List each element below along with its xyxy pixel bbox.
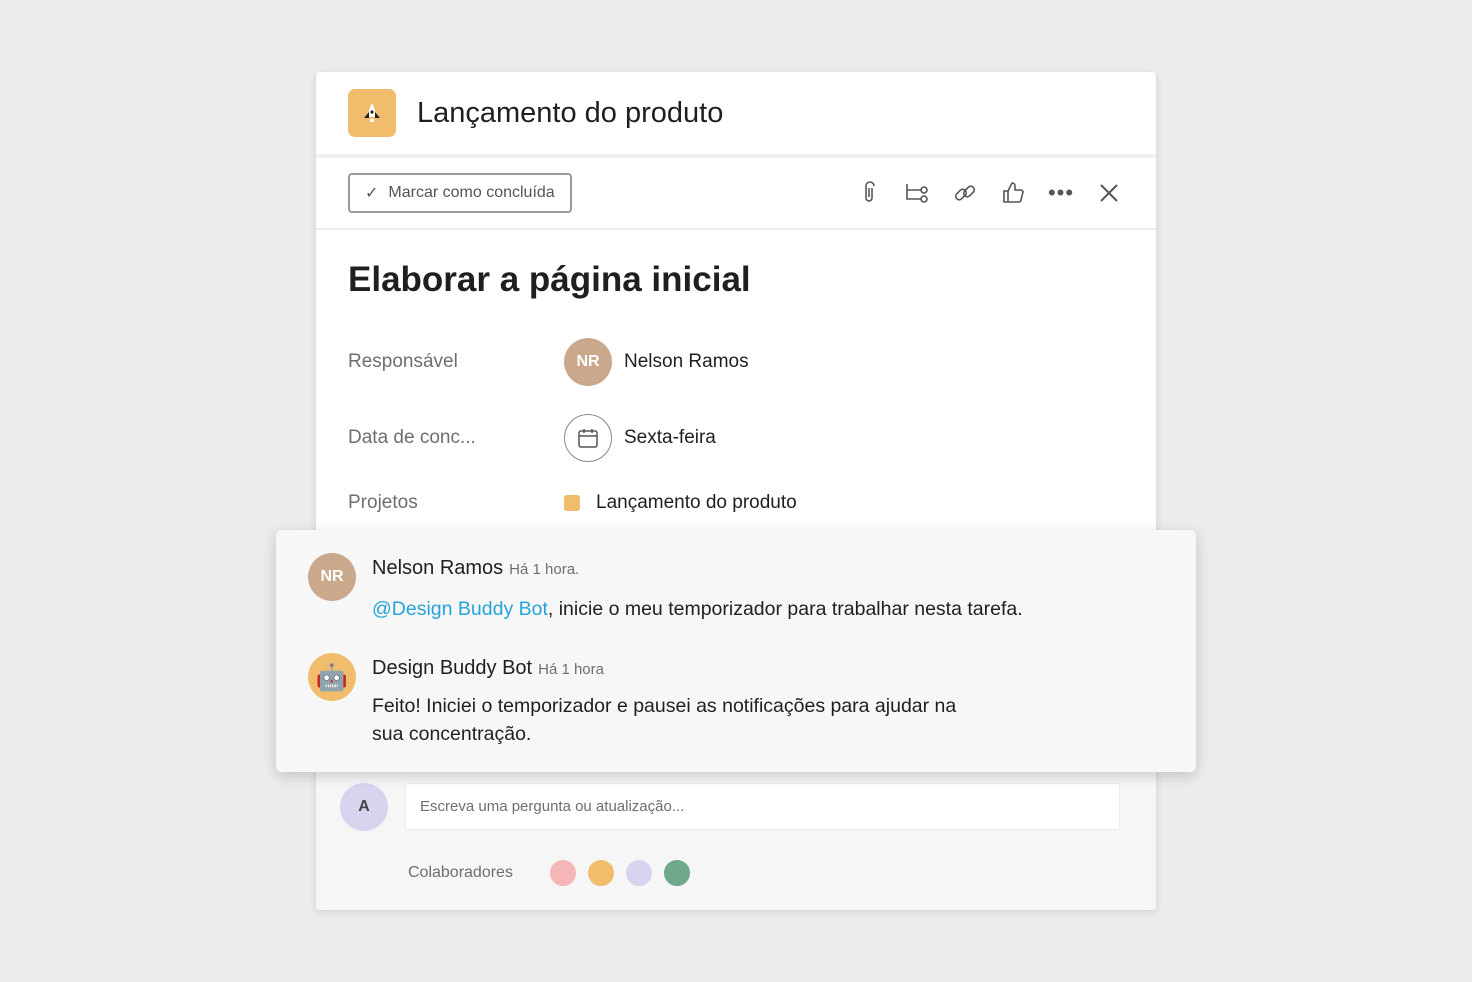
- comment-input[interactable]: Escreva uma pergunta ou atualização...: [405, 783, 1120, 830]
- more-icon[interactable]: •••: [1046, 178, 1076, 208]
- current-user-avatar: A: [340, 783, 388, 831]
- subtask-icon[interactable]: [902, 178, 932, 208]
- comment-time: Há 1 hora.: [509, 561, 580, 578]
- collaborator-avatar[interactable]: [624, 858, 654, 888]
- rocket-icon: [348, 89, 396, 137]
- comment-text: , inicie o meu temporizador para trabalh…: [547, 598, 1023, 620]
- calendar-icon[interactable]: [564, 414, 612, 462]
- task-toolbar: ✓ Marcar como concluída •••: [316, 158, 1156, 230]
- assignee-field: Responsável NR Nelson Ramos: [348, 338, 749, 386]
- assignee-value[interactable]: Nelson Ramos: [624, 351, 749, 373]
- task-title[interactable]: Elaborar a página inicial: [348, 260, 1156, 300]
- comment: NR Nelson Ramos Há 1 hora. @Design Buddy …: [308, 553, 1023, 623]
- comment-author[interactable]: Design Buddy Bot: [372, 657, 532, 679]
- avatar: NR: [564, 338, 612, 386]
- mark-complete-button[interactable]: ✓ Marcar como concluída: [348, 173, 572, 213]
- thumbs-up-icon[interactable]: [998, 178, 1028, 208]
- due-date-label: Data de conc...: [348, 427, 476, 448]
- assignee-label: Responsável: [348, 351, 458, 372]
- projects-label: Projetos: [348, 492, 418, 513]
- due-date-value[interactable]: Sexta-feira: [624, 427, 716, 449]
- project-title[interactable]: Lançamento do produto: [417, 97, 723, 130]
- link-icon[interactable]: [950, 178, 980, 208]
- collaborators-label: Colaboradores: [408, 864, 513, 881]
- comment-author[interactable]: Nelson Ramos: [372, 557, 503, 579]
- comment-text-continued: sua concentração.: [372, 723, 532, 745]
- comment-text: Feito! Iniciei o temporizador e pausei a…: [372, 695, 957, 717]
- check-icon: ✓: [365, 185, 379, 202]
- projects-field: Projetos Lançamento do produto: [348, 492, 797, 514]
- avatar: NR: [308, 553, 356, 601]
- comment-time: Há 1 hora: [538, 661, 604, 678]
- collaborator-avatar[interactable]: [586, 858, 616, 888]
- collaborator-avatar[interactable]: [662, 858, 692, 888]
- project-value[interactable]: Lançamento do produto: [596, 492, 797, 514]
- project-color-dot: [564, 495, 580, 511]
- project-header: Lançamento do produto: [316, 72, 1156, 158]
- task-card: Lançamento do produto ✓ Marcar como conc…: [316, 72, 1156, 910]
- comment: 🤖 Design Buddy Bot Há 1 hora Feito! Inici…: [308, 653, 956, 748]
- mention-link[interactable]: @Design Buddy Bot: [372, 598, 548, 620]
- robot-avatar-icon: 🤖: [308, 653, 356, 701]
- paperclip-icon[interactable]: [854, 178, 884, 208]
- comments-panel: NR Nelson Ramos Há 1 hora. @Design Buddy …: [276, 530, 1196, 772]
- due-date-field: Data de conc... Sexta-feira: [348, 414, 716, 462]
- comment-composer: A Escreva uma pergunta ou atualização...…: [316, 772, 1156, 910]
- collaborator-avatar[interactable]: [548, 858, 578, 888]
- mark-complete-label: Marcar como concluída: [388, 184, 555, 201]
- close-icon[interactable]: [1094, 178, 1124, 208]
